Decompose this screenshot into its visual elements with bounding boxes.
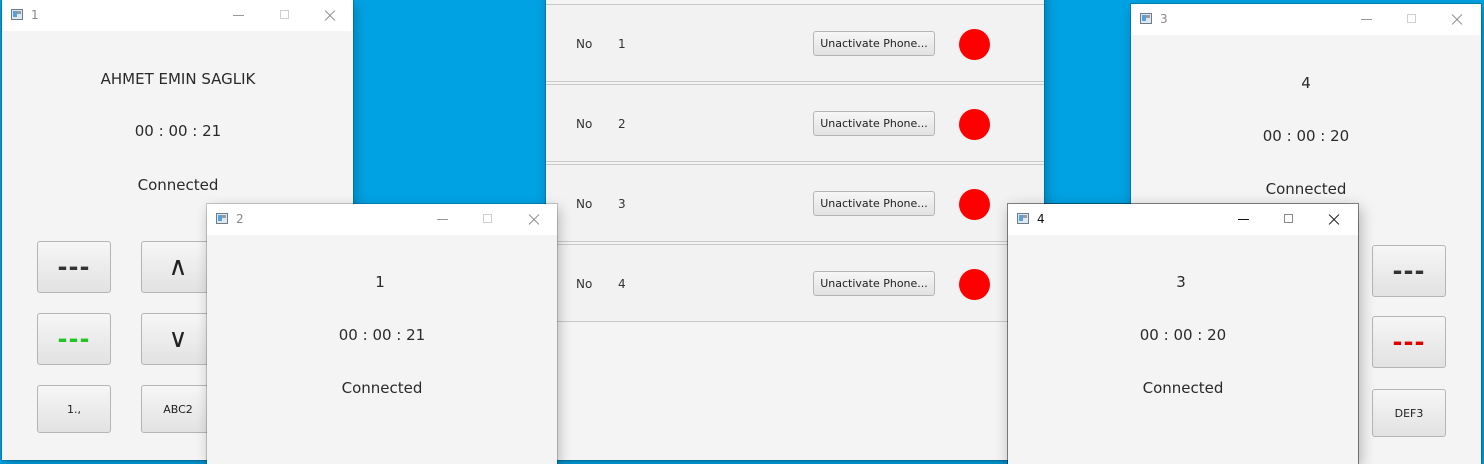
down-button[interactable]: ∨ (141, 313, 215, 365)
call-timer: 00 : 00 : 21 (338, 326, 426, 344)
list-row: No 3 Unactivate Phone... (546, 164, 1044, 242)
phone-list-window: No 1 Unactivate Phone... No 2 Unactivate… (546, 0, 1044, 460)
call-timer: 00 : 00 : 21 (134, 122, 222, 140)
close-icon[interactable] (511, 204, 557, 235)
unactivate-phone-button[interactable]: Unactivate Phone... (813, 111, 935, 136)
caller-name: 1 (375, 273, 385, 291)
key-2-button[interactable]: ABC2 (141, 385, 215, 433)
close-icon[interactable] (1311, 204, 1357, 235)
minimize-icon[interactable] (1344, 4, 1390, 35)
connection-status: Connected (1142, 379, 1224, 397)
unactivate-phone-button[interactable]: Unactivate Phone... (813, 271, 935, 296)
row-label: No (576, 277, 593, 291)
caller-name: AHMET EMIN SAGLIK (100, 70, 256, 88)
app-window-icon (1140, 13, 1152, 24)
connection-status: Connected (137, 176, 219, 194)
window-title: 3 (1160, 12, 1168, 26)
call-timer: 00 : 00 : 20 (1139, 326, 1227, 344)
connection-status: Connected (1265, 180, 1347, 198)
up-button[interactable]: ∧ (141, 241, 215, 293)
row-number: 4 (618, 277, 626, 291)
app-window-icon (1017, 213, 1029, 224)
red-dash-button[interactable]: --- (1372, 316, 1446, 368)
phone-window-2: 2 1 00 : 00 : 21 Connected (207, 204, 557, 464)
unactivate-phone-button[interactable]: Unactivate Phone... (813, 191, 935, 216)
call-timer: 00 : 00 : 20 (1262, 127, 1350, 145)
title-bar[interactable]: 1 (2, 0, 353, 31)
close-icon[interactable] (307, 0, 353, 31)
status-dot (959, 269, 990, 300)
list-row: No 1 Unactivate Phone... (546, 4, 1044, 82)
dash-button[interactable]: --- (1372, 245, 1446, 297)
maximize-icon[interactable] (465, 204, 511, 235)
unactivate-phone-button[interactable]: Unactivate Phone... (813, 31, 935, 56)
window-title: 1 (31, 8, 39, 22)
status-dot (959, 109, 990, 140)
app-window-icon (216, 213, 228, 224)
caller-name: 3 (1176, 273, 1186, 291)
key-3-button[interactable]: DEF3 (1372, 389, 1446, 437)
row-number: 1 (618, 37, 626, 51)
row-label: No (576, 197, 593, 211)
row-number: 3 (618, 197, 626, 211)
minimize-icon[interactable] (420, 204, 466, 235)
close-icon[interactable] (1434, 4, 1480, 35)
maximize-icon[interactable] (1266, 204, 1312, 235)
maximize-icon[interactable] (262, 0, 308, 31)
list-row: No 2 Unactivate Phone... (546, 84, 1044, 162)
status-dot (959, 29, 990, 60)
window-title: 4 (1037, 212, 1045, 226)
minimize-icon[interactable] (1221, 204, 1267, 235)
maximize-icon[interactable] (1389, 4, 1435, 35)
row-label: No (576, 37, 593, 51)
status-dot (959, 189, 990, 220)
dash-button[interactable]: --- (37, 241, 111, 293)
row-number: 2 (618, 117, 626, 131)
row-label: No (576, 117, 593, 131)
green-dash-button[interactable]: --- (37, 313, 111, 365)
app-window-icon (11, 9, 23, 20)
title-bar[interactable]: 2 (207, 204, 557, 235)
window-title: 2 (236, 212, 244, 226)
connection-status: Connected (341, 379, 423, 397)
title-bar[interactable]: 4 (1008, 204, 1358, 235)
phone-window-4: 4 3 00 : 00 : 20 Connected (1008, 204, 1358, 464)
title-bar[interactable]: 3 (1131, 4, 1481, 35)
list-row: No 4 Unactivate Phone... (546, 244, 1044, 322)
key-1-button[interactable]: 1., (37, 385, 111, 433)
caller-name: 4 (1301, 74, 1311, 92)
minimize-icon[interactable] (216, 0, 262, 31)
